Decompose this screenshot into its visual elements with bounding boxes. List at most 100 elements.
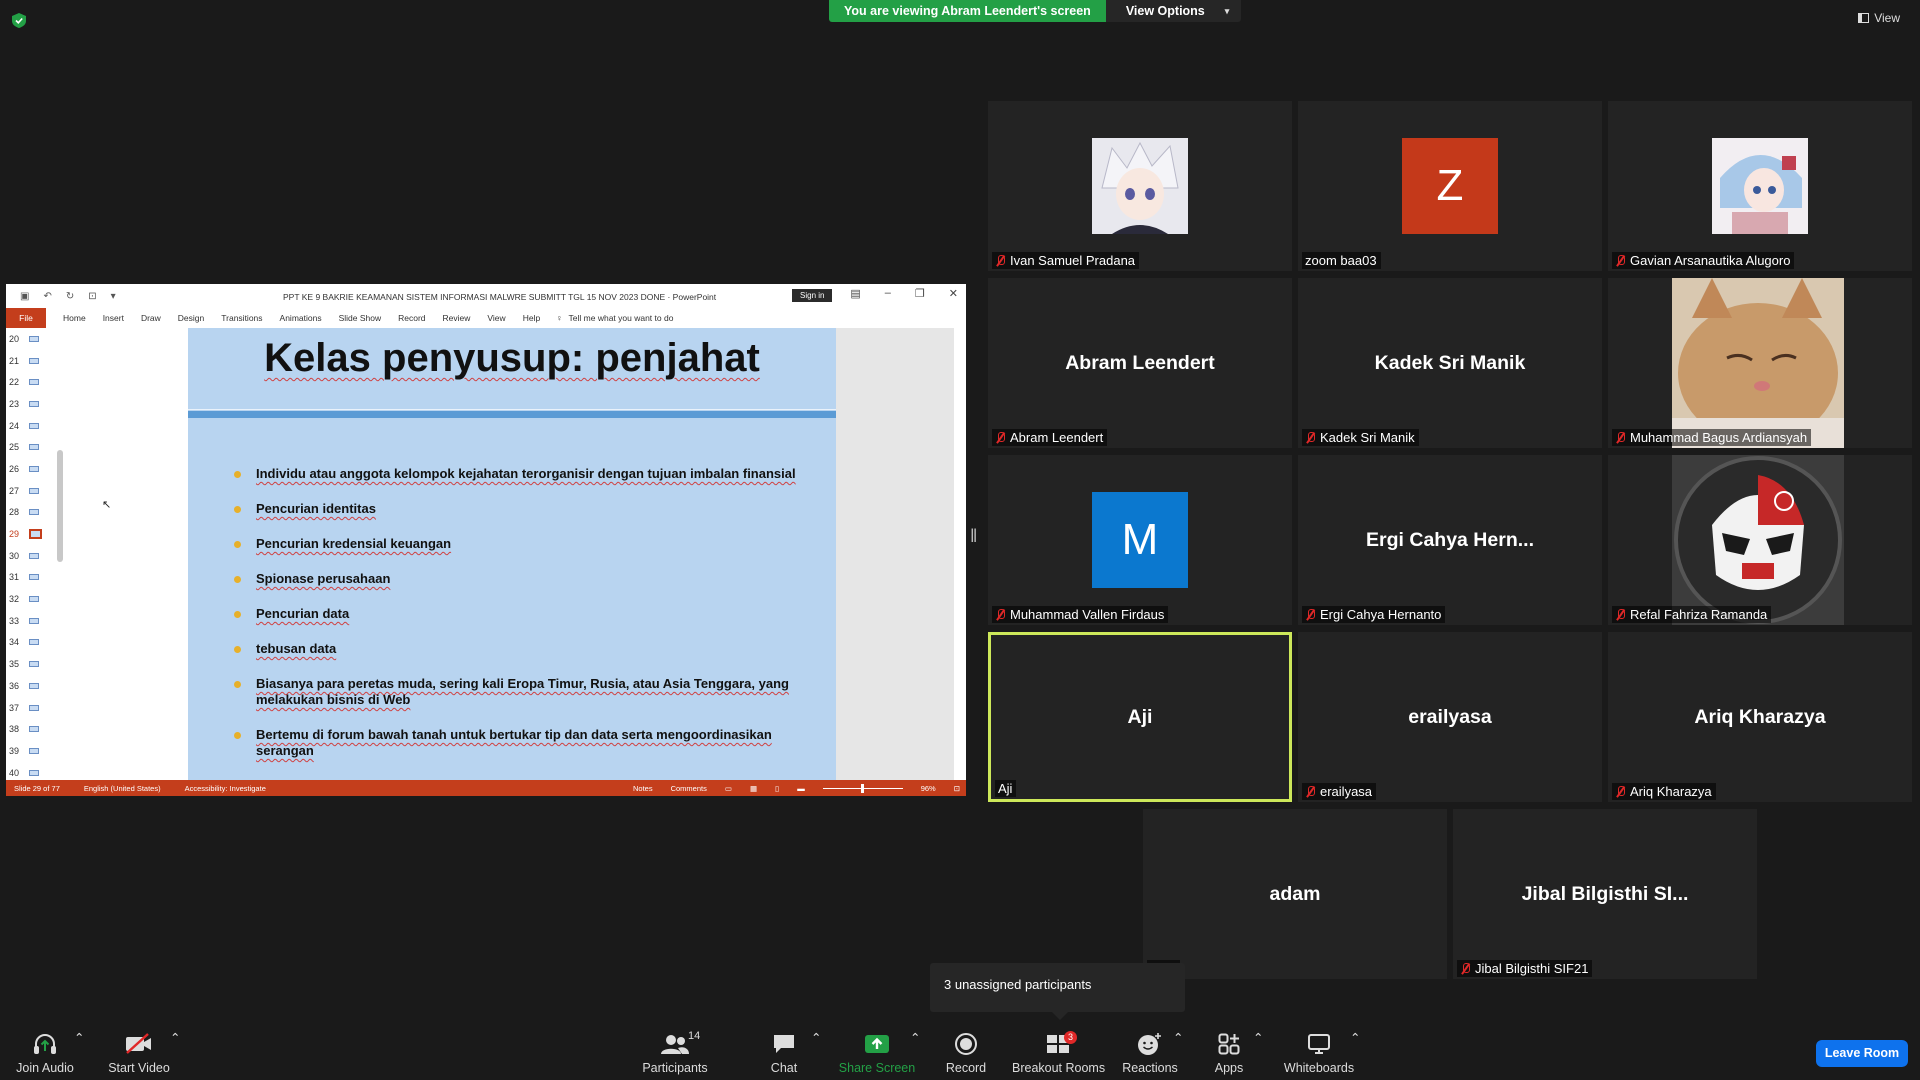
save-icon[interactable]: ▣ bbox=[20, 291, 29, 302]
headphone-icon bbox=[14, 1030, 76, 1058]
menu-record[interactable]: Record bbox=[398, 313, 425, 323]
menu-animations[interactable]: Animations bbox=[280, 313, 322, 323]
participant-tile[interactable]: Abram Leendert Abram Leendert bbox=[988, 278, 1292, 448]
menu-file[interactable]: File bbox=[6, 308, 46, 328]
participant-tile[interactable]: Ariq Kharazya Ariq Kharazya bbox=[1608, 632, 1912, 802]
redo-icon[interactable]: ↻ bbox=[66, 291, 74, 302]
present-icon[interactable]: ⊡ bbox=[88, 291, 96, 302]
minimize-icon[interactable]: – bbox=[885, 287, 891, 300]
participant-tile[interactable]: M Muhammad Vallen Firdaus bbox=[988, 455, 1292, 625]
record-button[interactable]: Record bbox=[940, 1030, 992, 1075]
menu-design[interactable]: Design bbox=[178, 313, 204, 323]
mic-muted-icon bbox=[995, 254, 1005, 267]
share-screen-button[interactable]: Share Screen bbox=[838, 1030, 916, 1075]
shield-icon[interactable] bbox=[12, 13, 26, 28]
share-options-chevron-icon[interactable]: ⌃ bbox=[910, 1030, 920, 1045]
undo-icon[interactable]: ↶ bbox=[43, 291, 51, 302]
reactions-button[interactable]: Reactions bbox=[1122, 1030, 1178, 1075]
participant-tile[interactable]: Zzoom baa03 bbox=[1298, 101, 1602, 271]
slide-bullet[interactable]: Biasanya para peretas muda, sering kali … bbox=[234, 676, 814, 708]
participant-tile[interactable]: Gavian Arsanautika Alugoro bbox=[1608, 101, 1912, 271]
leave-room-button[interactable]: Leave Room bbox=[1816, 1040, 1908, 1067]
menu-transitions[interactable]: Transitions bbox=[221, 313, 262, 323]
view-button[interactable]: View bbox=[1858, 11, 1900, 25]
splitter-handle[interactable]: ‖ bbox=[970, 526, 977, 547]
participant-display-name: Kadek Sri Manik bbox=[1374, 351, 1526, 374]
language-status[interactable]: English (United States) bbox=[84, 784, 161, 793]
slide-number: 39 bbox=[9, 745, 20, 756]
reactions-options-chevron-icon[interactable]: ⌃ bbox=[1173, 1030, 1183, 1045]
video-options-chevron-icon[interactable]: ⌃ bbox=[170, 1030, 180, 1045]
restore-icon[interactable]: ❐ bbox=[915, 287, 925, 300]
notes-button[interactable]: Notes bbox=[633, 784, 653, 793]
slide-number: 37 bbox=[9, 702, 20, 713]
menu-draw[interactable]: Draw bbox=[141, 313, 161, 323]
slide-bullet[interactable]: Pencurian data bbox=[234, 606, 814, 622]
slide-bullet[interactable]: Pencurian identitas bbox=[234, 501, 814, 517]
apps-button[interactable]: Apps bbox=[1210, 1030, 1248, 1075]
mic-muted-icon bbox=[1460, 962, 1470, 975]
ribbon-display-icon[interactable]: ▤ bbox=[850, 287, 860, 300]
view-options-button[interactable]: View Options ▾ bbox=[1105, 0, 1242, 22]
zoom-level[interactable]: 96% bbox=[921, 784, 936, 793]
comments-button[interactable]: Comments bbox=[671, 784, 707, 793]
participant-name: Aji bbox=[998, 781, 1013, 796]
participant-nameplate: Ivan Samuel Pradana bbox=[992, 252, 1140, 269]
menu-view[interactable]: View bbox=[487, 313, 505, 323]
menu-insert[interactable]: Insert bbox=[103, 313, 124, 323]
shared-screen[interactable]: ▣ ↶ ↻ ⊡ ▾ PPT KE 9 BAKRIE KEAMANAN SISTE… bbox=[6, 284, 966, 796]
participant-tile[interactable]: Ergi Cahya Hern... Ergi Cahya Hernanto bbox=[1298, 455, 1602, 625]
slide-bullet-list[interactable]: Individu atau anggota kelompok kejahatan… bbox=[234, 466, 814, 778]
customize-icon[interactable]: ▾ bbox=[111, 291, 116, 302]
slideshow-icon[interactable]: ▬ bbox=[797, 784, 805, 793]
participant-tile[interactable]: Aji Aji bbox=[988, 632, 1292, 802]
participant-display-name: Jibal Bilgisthi SI... bbox=[1521, 882, 1689, 905]
accessibility-status[interactable]: Accessibility: Investigate bbox=[185, 784, 266, 793]
participant-tile[interactable]: Refal Fahriza Ramanda bbox=[1608, 455, 1912, 625]
reading-view-icon[interactable]: ▯ bbox=[775, 784, 779, 793]
participants-button[interactable]: 14 Participants bbox=[640, 1030, 710, 1075]
fit-slide-icon[interactable]: ⊡ bbox=[954, 784, 960, 793]
slide-thumbnail-preview bbox=[29, 726, 40, 733]
apps-options-chevron-icon[interactable]: ⌃ bbox=[1253, 1030, 1263, 1045]
menu-home[interactable]: Home bbox=[63, 313, 86, 323]
chat-button[interactable]: Chat bbox=[764, 1030, 804, 1075]
participant-name: Ergi Cahya Hernanto bbox=[1320, 607, 1442, 622]
whiteboards-button[interactable]: Whiteboards bbox=[1280, 1030, 1358, 1075]
chat-options-chevron-icon[interactable]: ⌃ bbox=[811, 1030, 821, 1045]
participant-tile[interactable]: Kadek Sri Manik Kadek Sri Manik bbox=[1298, 278, 1602, 448]
slide-sorter-icon[interactable]: ▦ bbox=[750, 784, 757, 793]
slide-number: 23 bbox=[9, 398, 20, 409]
participant-tile[interactable]: adamm bbox=[1143, 809, 1447, 979]
slide-bullet[interactable]: tebusan data bbox=[234, 641, 814, 657]
sign-in-button[interactable]: Sign in bbox=[792, 289, 833, 302]
whiteboards-options-chevron-icon[interactable]: ⌃ bbox=[1350, 1030, 1360, 1045]
close-icon[interactable]: ✕ bbox=[949, 287, 958, 300]
participant-tile[interactable]: Ivan Samuel Pradana bbox=[988, 101, 1292, 271]
menu-review[interactable]: Review bbox=[443, 313, 471, 323]
zoom-slider[interactable] bbox=[822, 783, 903, 793]
slide-title[interactable]: Kelas penyusup: penjahat bbox=[188, 336, 836, 381]
participant-tile[interactable]: Muhammad Bagus Ardiansyah bbox=[1608, 278, 1912, 448]
slide-thumbnail-preview bbox=[29, 444, 40, 451]
slide-bullet[interactable]: Individu atau anggota kelompok kejahatan… bbox=[234, 466, 814, 482]
menu-slide-show[interactable]: Slide Show bbox=[339, 313, 382, 323]
breakout-rooms-button[interactable]: 3 Breakout Rooms bbox=[1012, 1030, 1105, 1075]
participant-tile[interactable]: Jibal Bilgisthi SI... Jibal Bilgisthi SIF… bbox=[1453, 809, 1757, 979]
slide-thumbnail-preview bbox=[29, 400, 40, 407]
normal-view-icon[interactable]: ▭ bbox=[725, 784, 732, 793]
slide-bullet[interactable]: Bertemu di forum bawah tanah untuk bertu… bbox=[234, 727, 814, 759]
slide-canvas[interactable]: Kelas penyusup: penjahat Individu atau a… bbox=[188, 328, 836, 780]
slide-bullet[interactable]: Spionase perusahaan bbox=[234, 571, 814, 587]
participant-tile[interactable]: erailyasa erailyasa bbox=[1298, 632, 1602, 802]
start-video-button[interactable]: Start Video bbox=[106, 1030, 172, 1075]
menu-help[interactable]: Help bbox=[523, 313, 540, 323]
chat-icon bbox=[764, 1030, 804, 1058]
join-audio-button[interactable]: Join Audio bbox=[14, 1030, 76, 1075]
thumbnail-scrollbar[interactable] bbox=[56, 332, 64, 776]
audio-options-chevron-icon[interactable]: ⌃ bbox=[74, 1030, 84, 1045]
tell-me-search[interactable]: ♀ Tell me what you want to do bbox=[556, 313, 673, 323]
slide-bullet[interactable]: Pencurian kredensial keuangan bbox=[234, 536, 814, 552]
slide-thumbnail-preview bbox=[29, 617, 40, 624]
editor-scrollbar[interactable] bbox=[954, 328, 966, 780]
